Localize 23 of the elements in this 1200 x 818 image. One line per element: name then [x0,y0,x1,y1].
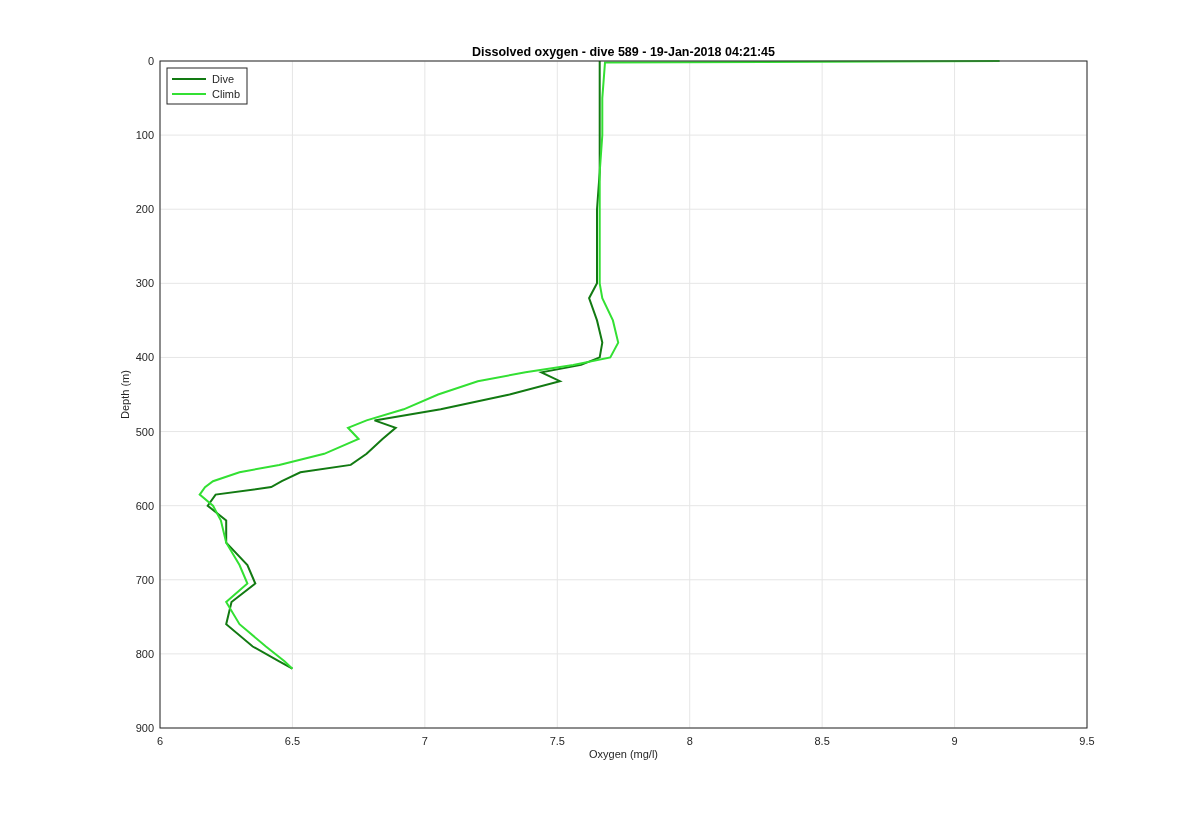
legend-label: Dive [212,73,234,85]
y-tick-label: 600 [135,499,154,512]
x-tick-label: 9.5 [1079,735,1095,747]
y-tick-label: 200 [135,203,154,216]
y-tick-label: 800 [135,647,154,660]
y-tick-label: 100 [135,129,154,142]
y-tick-label: 400 [135,351,154,364]
legend-label: Climb [212,88,241,100]
x-tick-label: 7.5 [549,735,565,747]
x-tick-label: 6 [156,735,164,747]
x-tick-label: 6.5 [284,735,301,747]
y-tick-label: 700 [135,573,154,586]
x-tick-label: 8.5 [814,735,830,747]
x-axis-label: Oxygen (mg/l) [588,748,659,760]
y-tick-label: 300 [135,277,154,290]
x-tick-label: 7 [421,735,428,747]
x-tick-label: 9 [951,735,958,747]
y-tick-label: 0 [147,55,154,67]
y-axis-label: Depth (m) [119,370,131,419]
y-tick-label: 500 [135,425,154,438]
y-tick-label: 900 [135,722,154,734]
chart-title: Dissolved oxygen - dive 589 - 19-Jan-2018 04:21:45 [472,45,775,59]
x-tick-label: 8 [686,735,693,747]
